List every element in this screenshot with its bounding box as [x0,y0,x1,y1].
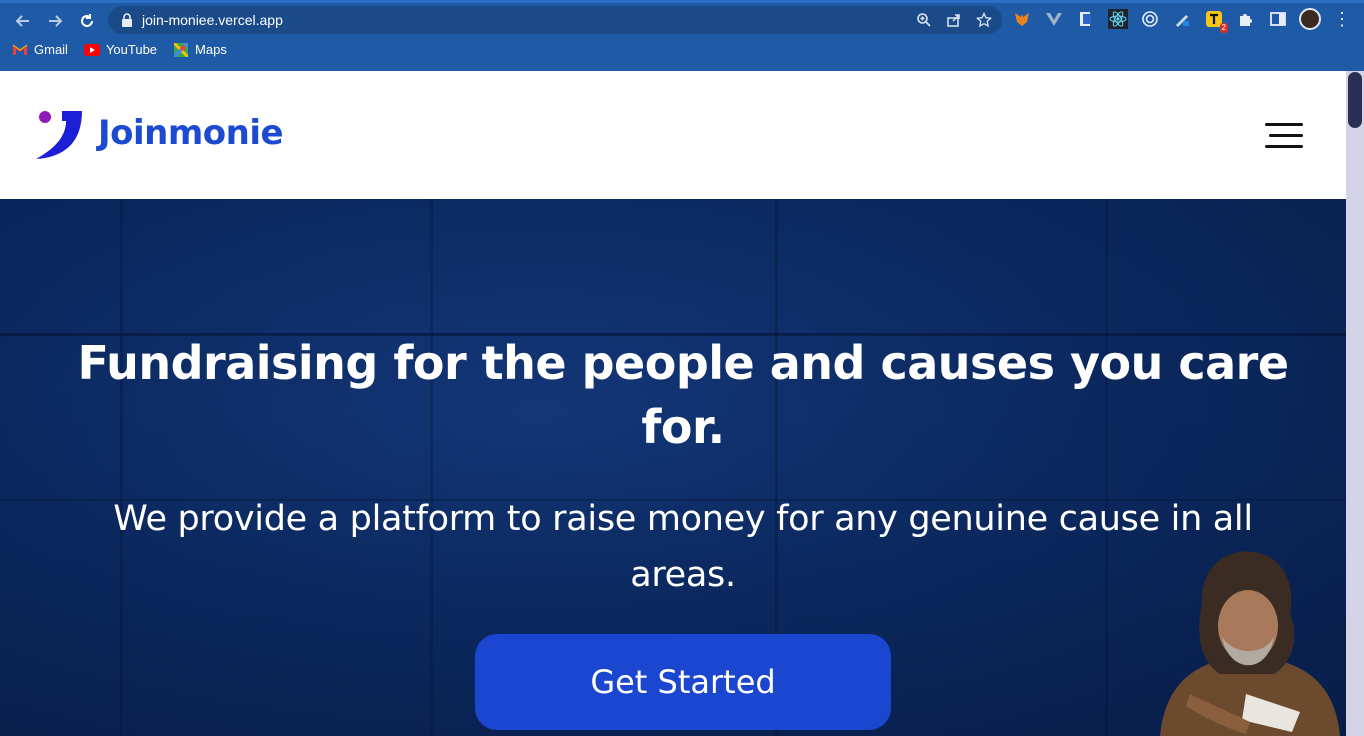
bookmark-label: Gmail [34,42,68,57]
vue-devtools-icon[interactable] [1042,7,1066,31]
site-header: Joinmonie [0,71,1346,199]
metamask-icon[interactable] [1010,7,1034,31]
profile-avatar[interactable] [1298,7,1322,31]
t-extension-icon[interactable]: 2 [1202,7,1228,33]
page: Joinmonie Fundraising for the people and… [0,71,1346,736]
bookmark-label: YouTube [105,42,158,57]
forward-arrow-icon[interactable] [42,8,68,34]
gmail-icon [12,43,28,57]
scrollbar-track[interactable] [1346,71,1364,736]
lock-icon [120,13,134,27]
wall-seam [120,199,123,736]
bookmark-gmail[interactable]: Gmail [12,42,68,57]
puzzle-extensions-icon[interactable] [1234,7,1258,31]
hero-section: Fundraising for the people and causes yo… [0,199,1346,736]
hero-subtitle: We provide a platform to raise money for… [113,499,1253,595]
maps-icon [173,42,189,57]
omnibox-actions [914,10,994,30]
extension-badge: 2 [1219,23,1228,33]
react-devtools-icon[interactable] [1106,7,1130,31]
bookmark-maps[interactable]: Maps [173,42,227,57]
wall-seam [430,199,433,736]
hamburger-menu-icon[interactable] [1265,123,1303,151]
bookmarks-bar: Gmail YouTube Maps [12,42,227,57]
document-extension-icon[interactable] [1074,7,1098,31]
address-bar[interactable]: join-moniee.vercel.app [108,6,1002,34]
scrollbar-thumb[interactable] [1348,72,1362,128]
browser-nav [10,8,100,34]
tab-strip-edge [0,0,1364,3]
bookmark-star-icon[interactable] [974,10,994,30]
joinmonie-logo-icon [32,105,88,161]
hero-title: Fundraising for the people and causes yo… [77,336,1289,454]
reload-icon[interactable] [74,8,100,34]
target-extension-icon[interactable] [1138,7,1162,31]
url-text: join-moniee.vercel.app [142,12,283,28]
bookmark-youtube[interactable]: YouTube [83,42,158,57]
extensions-bar: 2 ⋮ [1010,7,1354,33]
browser-chrome: join-moniee.vercel.app 2 ⋮ Gmail YouTube… [0,0,1364,71]
zoom-icon[interactable] [914,10,934,30]
bookmark-label: Maps [195,42,227,57]
more-options-icon[interactable]: ⋮ [1330,7,1354,31]
hero-person-image [1150,544,1346,736]
share-icon[interactable] [944,10,964,30]
logo[interactable]: Joinmonie [32,105,284,161]
get-started-button[interactable]: Get Started [475,634,891,730]
side-panel-icon[interactable] [1266,7,1290,31]
pen-extension-icon[interactable] [1170,7,1194,31]
youtube-icon [83,43,100,57]
back-arrow-icon[interactable] [10,8,36,34]
wall-seam [1105,199,1108,736]
brand-name: Joinmonie [98,113,284,153]
